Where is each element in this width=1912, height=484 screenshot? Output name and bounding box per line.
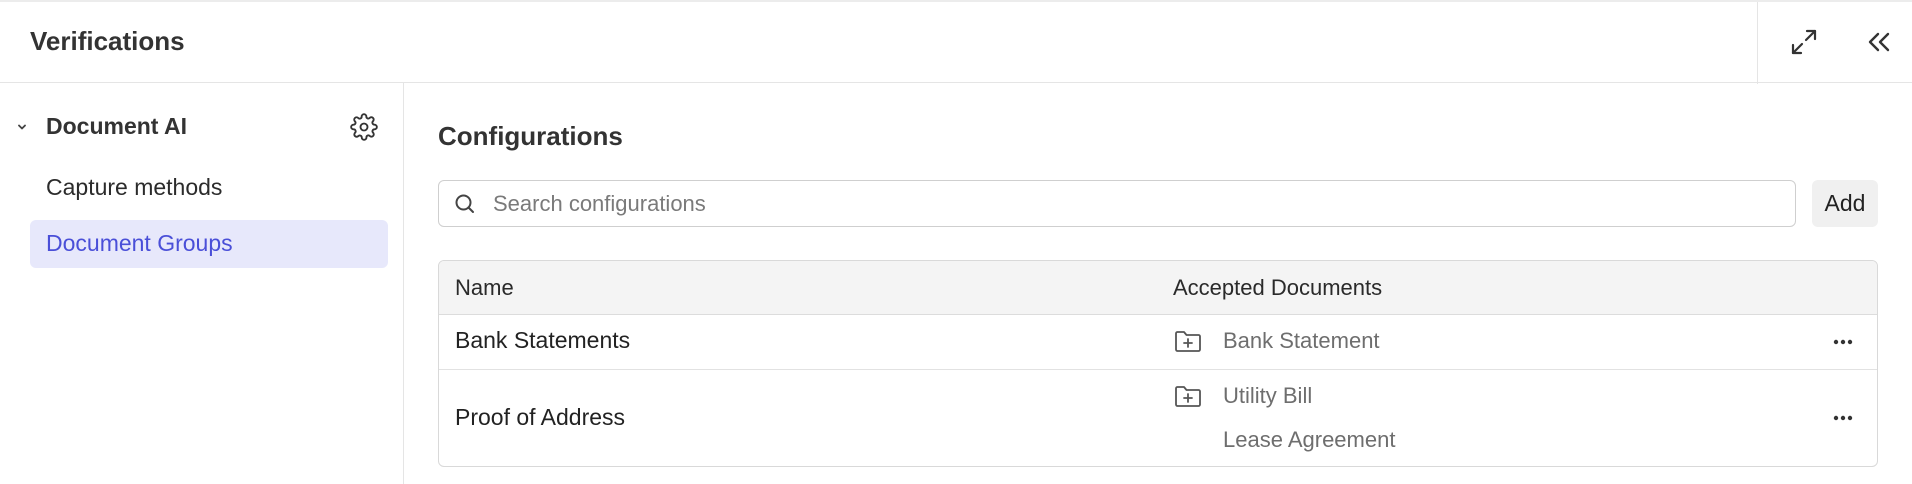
- expand-icon: [1791, 29, 1817, 55]
- column-header-accepted-documents: Accepted Documents: [1173, 275, 1383, 300]
- more-horizontal-icon: [1833, 339, 1853, 345]
- search-box[interactable]: [438, 180, 1796, 227]
- row-menu-button[interactable]: [1829, 328, 1857, 356]
- row-menu-button[interactable]: [1829, 404, 1857, 432]
- search-input[interactable]: [493, 181, 1783, 226]
- sidebar-group-document-ai[interactable]: Document AI: [0, 103, 403, 151]
- row-name: Proof of Address: [455, 404, 626, 430]
- accepted-document-item: Bank Statement: [1173, 326, 1573, 356]
- table-row[interactable]: Proof of Address Utility Bill Lease Agre…: [439, 370, 1877, 466]
- add-button[interactable]: Add: [1812, 180, 1878, 227]
- chevron-down-icon[interactable]: [14, 119, 30, 135]
- main-content: Configurations Add Name Accepted Documen…: [404, 83, 1912, 484]
- collapse-panel-button[interactable]: [1863, 26, 1895, 58]
- panel-header: Verifications: [0, 0, 1912, 84]
- folder-plus-icon: [1175, 331, 1201, 352]
- row-name: Bank Statements: [455, 327, 631, 353]
- double-chevron-left-icon: [1868, 32, 1890, 52]
- sidebar-item-document-groups[interactable]: Document Groups: [30, 220, 388, 268]
- accepted-document-label: Bank Statement: [1223, 328, 1380, 353]
- gear-icon[interactable]: [350, 113, 378, 141]
- search-icon: [455, 194, 474, 213]
- sidebar: Document AI Capture methods Document Gro…: [0, 83, 404, 484]
- folder-plus-icon: [1175, 386, 1201, 407]
- verifications-panel: Verifications Document AI Capture method…: [0, 0, 1912, 484]
- sidebar-group-label: Document AI: [46, 113, 187, 139]
- more-horizontal-icon: [1833, 415, 1853, 421]
- column-header-name: Name: [455, 275, 514, 300]
- accepted-document-label: Utility Bill: [1223, 383, 1313, 408]
- section-title: Configurations: [438, 121, 623, 151]
- expand-button[interactable]: [1788, 26, 1820, 58]
- configurations-table: Name Accepted Documents Bank Statements …: [438, 260, 1878, 467]
- sidebar-item-capture-methods[interactable]: Capture methods: [30, 164, 388, 212]
- table-row[interactable]: Bank Statements Bank Statement: [439, 315, 1877, 370]
- header-divider: [1757, 2, 1758, 84]
- accepted-document-item: Lease Agreement: [1173, 425, 1573, 455]
- accepted-document-label: Lease Agreement: [1223, 427, 1396, 452]
- table-header: Name Accepted Documents: [439, 261, 1877, 315]
- accepted-document-item: Utility Bill: [1173, 381, 1573, 411]
- panel-title: Verifications: [30, 26, 185, 56]
